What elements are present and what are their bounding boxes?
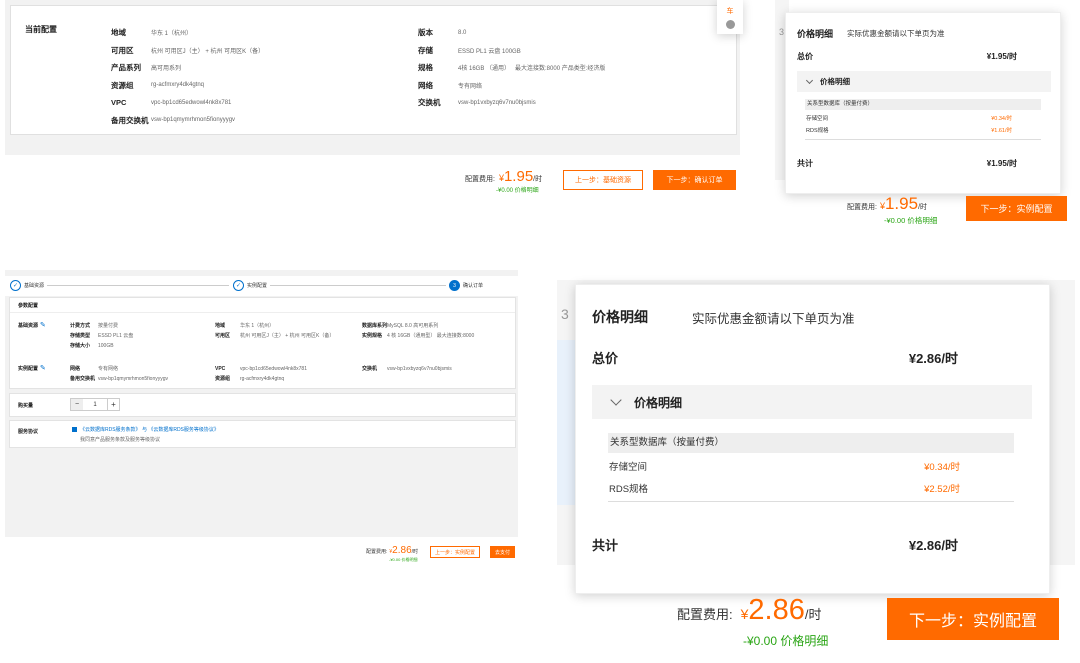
summary-row: 版本 8.0 xyxy=(418,28,467,38)
summary-fee: 配置费用: ¥ 1.95 /时 xyxy=(465,168,543,185)
summary-row: VPC vpc-bp1cd65edwowl4nk8x781 xyxy=(111,98,232,108)
summary-row: 存储 ESSD PL1 云盘 100GB xyxy=(418,45,521,55)
large-popup-bg-number: 3 xyxy=(561,306,569,322)
agreement-row: 《云数据库RDS服务条款》 与 《云数据库RDS服务等级协议》 xyxy=(72,426,219,433)
large-popup-screenshot: 3 价格明细 实际优惠金额请以下单页为准 总价 ¥2.86/时 价格明细 关系型… xyxy=(557,280,1075,660)
step-item: 3 确认订单 xyxy=(446,280,487,291)
summary-row: 产品系列 高可用系列 xyxy=(111,63,182,73)
popup-detail-toggle[interactable]: 价格明细 xyxy=(797,71,1051,92)
cart-icon xyxy=(725,19,735,29)
popup-title: 价格明细 xyxy=(797,29,834,39)
basic-col2: 地域 华东 1（杭州） 可用区 杭州 可用区J（主） + 杭州 可用区K（备） xyxy=(215,323,335,339)
quantity-input[interactable]: 1 xyxy=(83,399,107,410)
summary-screenshot: 当前配置 地域 华东 1（杭州） 可用区 杭州 可用区J（主） + 杭州 可用区K（… xyxy=(5,0,743,200)
plus-button[interactable]: + xyxy=(107,399,119,410)
param-card: 参数配置 基础资源 ✎ 计费方式 按量付费 存储类型 ESSD PL1 云盘 存储大… xyxy=(9,297,516,389)
summary-section-title: 当前配置 xyxy=(25,25,57,34)
summary-row: 网络 专有网络 xyxy=(418,80,483,90)
popup-item: RDS规格 ¥2.52/时 xyxy=(609,484,960,495)
prev-step-button[interactable]: 上一步：实例配置 xyxy=(430,546,480,558)
step-item: ✓ 实例配置 xyxy=(230,280,271,291)
summary-row: 地域 华东 1（杭州） xyxy=(111,28,193,38)
next-step-button[interactable]: 下一步：确认订单 xyxy=(653,170,736,190)
price-popup-large: 价格明细 实际优惠金额请以下单页为准 总价 ¥2.86/时 价格明细 关系型数据… xyxy=(575,284,1050,594)
next-step-button[interactable]: 下一步：实例配置 xyxy=(887,598,1059,640)
popup-sum: 共计 ¥1.95/时 xyxy=(797,159,1017,168)
popup-divider xyxy=(608,501,1014,502)
popup-title: 价格明细 xyxy=(592,309,648,325)
basic-col1: 计费方式 按量付费 存储类型 ESSD PL1 云盘 存储大小 100GB xyxy=(70,323,134,349)
quantity-stepper[interactable]: − 1 + xyxy=(70,398,120,411)
large-fee: 配置费用: ¥ 2.86 /时 xyxy=(677,594,822,626)
edit-icon[interactable]: ✎ xyxy=(40,364,46,372)
popup-category: 关系型数据库（按量付费） xyxy=(608,433,1014,453)
popup-category: 关系型数据库（按量付费） xyxy=(805,99,1041,110)
edit-icon[interactable]: ✎ xyxy=(40,321,46,329)
popup-divider xyxy=(805,139,1041,140)
minus-button[interactable]: − xyxy=(71,399,83,410)
instance-col1: 网络 专有网络 备用交换机 vsw-bp1qmymrhmon5fionyyygv xyxy=(70,366,169,382)
small-fee: 配置费用: ¥ 1.95 /时 xyxy=(847,194,928,213)
instance-group-title: 实例配置 ✎ xyxy=(18,364,46,372)
large-discount[interactable]: -¥0.00 价格明细 xyxy=(743,632,828,649)
check-circle-icon: ✓ xyxy=(10,280,21,291)
instance-col2: VPC vpc-bp1cd65edwowl4nk8x781 资源组 rg-acfmx… xyxy=(215,366,307,382)
popup-item: RDS规格 ¥1.61/时 xyxy=(806,128,1012,134)
cart-label: 车 xyxy=(726,7,734,15)
check-circle-icon: ✓ xyxy=(233,280,244,291)
summary-right-rows: 版本 8.0 存储 ESSD PL1 云盘 100GB 规格 4核 16GB （通用）… xyxy=(418,24,718,112)
order-discount[interactable]: -¥0.00 价格明细 xyxy=(389,557,417,563)
step-item: ✓ 基础资源 xyxy=(10,280,48,291)
summary-row: 资源组 rg-acfmxry4dk4gtnq xyxy=(111,80,205,90)
small-popup-screenshot: 3 价格明细 实际优惠金额请以下单页为准 总价 ¥1.95/时 价格明细 关系型… xyxy=(775,0,1075,230)
basic-group-title: 基础资源 ✎ xyxy=(18,321,46,329)
popup-sum: 共计 ¥2.86/时 xyxy=(592,538,958,553)
step-line xyxy=(15,285,229,286)
price-popup-small: 价格明细 实际优惠金额请以下单页为准 总价 ¥1.95/时 价格明细 关系型数据… xyxy=(785,12,1061,194)
agreement-checkbox[interactable] xyxy=(72,427,77,432)
popup-header: 价格明细 实际优惠金额请以下单页为准 xyxy=(592,307,855,327)
summary-row: 可用区 杭州 可用区J（主） + 杭州 可用区K（备） xyxy=(111,45,265,55)
small-popup-bg-number: 3 xyxy=(779,27,785,37)
small-discount[interactable]: -¥0.00 价格明细 xyxy=(884,215,937,226)
step-number-icon: 3 xyxy=(449,280,460,291)
popup-total: 总价 ¥1.95/时 xyxy=(797,52,1017,61)
summary-row: 交换机 vsw-bp1vxbyzq6v7nu0bjsmis xyxy=(418,98,536,108)
summary-discount[interactable]: -¥0.00 价格明细 xyxy=(496,185,539,194)
summary-row: 规格 4核 16GB （通用） 最大连接数:8000 产品类型:经济版 xyxy=(418,63,606,73)
popup-total: 总价 ¥2.86/时 xyxy=(592,351,958,366)
chevron-down-icon xyxy=(805,76,814,84)
prev-step-button[interactable]: 上一步：基础资源 xyxy=(563,170,643,190)
agreement-link[interactable]: 《云数据库RDS服务条款》 与 《云数据库RDS服务等级协议》 xyxy=(80,426,219,433)
next-step-button[interactable]: 下一步：实例配置 xyxy=(966,196,1067,221)
order-fee: 配置费用: ¥ 2.86 /时 xyxy=(366,545,419,556)
popup-note: 实际优惠金额请以下单页为准 xyxy=(847,29,945,38)
floating-cart[interactable]: 车 xyxy=(717,0,743,34)
popup-header: 价格明细 实际优惠金额请以下单页为准 xyxy=(797,27,945,40)
step-bar: ✓ 基础资源 ✓ 实例配置 3 确认订单 xyxy=(5,276,518,296)
quantity-card: 购买量 − 1 + xyxy=(9,393,516,417)
popup-note: 实际优惠金额请以下单页为准 xyxy=(692,311,855,326)
summary-config-card: 当前配置 地域 华东 1（杭州） 可用区 杭州 可用区J（主） + 杭州 可用区K（… xyxy=(10,5,737,135)
chevron-down-icon xyxy=(610,393,622,406)
instance-col3: 交换机 vsw-bp1vxbyzq6v7nu0bjsmis xyxy=(362,366,452,372)
summary-row: 备用交换机 vsw-bp1qmymrhmon5fionyyygv xyxy=(111,115,236,125)
summary-left-rows: 地域 华东 1（杭州） 可用区 杭州 可用区J（主） + 杭州 可用区K（备） 产品… xyxy=(111,24,401,129)
order-screenshot: ✓ 基础资源 ✓ 实例配置 3 确认订单 参数配置 基础资源 ✎ 计费方式 按量付… xyxy=(5,270,518,570)
basic-col3: 数据库系列MySQL 8.0 高可用系列 实例规格 4 核 16GB（通用型） 最… xyxy=(362,323,475,339)
submit-button[interactable]: 去支付 xyxy=(490,546,515,558)
popup-detail-toggle[interactable]: 价格明细 xyxy=(592,385,1032,419)
popup-item: 存储空间 ¥0.34/时 xyxy=(806,116,1012,122)
agreement-card: 服务协议 《云数据库RDS服务条款》 与 《云数据库RDS服务等级协议》 我同意… xyxy=(9,420,516,448)
popup-item: 存储空间 ¥0.34/时 xyxy=(609,462,960,473)
large-popup-backdrop-left xyxy=(557,340,577,505)
